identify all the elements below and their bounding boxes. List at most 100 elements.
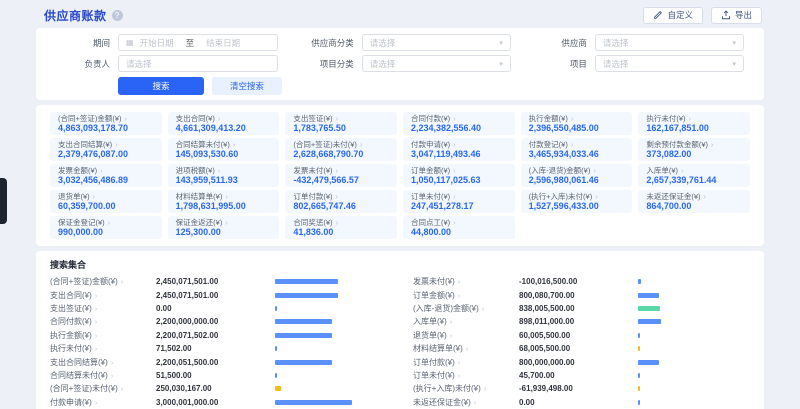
metric-card[interactable]: 退货单(¥) › 60,359,700.00 xyxy=(50,190,162,213)
detail-row: 支出合同(¥) › 2,450,071,501.00 xyxy=(50,288,387,301)
metric-card[interactable]: 付款申请(¥) › 3,047,119,493.46 xyxy=(403,138,515,161)
metric-card[interactable]: 支出合同结算(¥) › 2,379,476,087.00 xyxy=(50,138,162,161)
metric-card[interactable]: 执行未付(¥) › 162,167,851.00 xyxy=(638,112,750,135)
chevron-right-icon: › xyxy=(225,192,228,201)
owner-select[interactable]: 请选择 xyxy=(118,55,278,72)
detail-row-link[interactable]: 合同付款(¥) › xyxy=(50,316,156,327)
detail-row-link[interactable]: 支出合同(¥) › xyxy=(50,290,156,301)
metric-card[interactable]: 订单付款(¥) › 802,665,747.46 xyxy=(285,190,397,213)
detail-row-link[interactable]: (合同+签证)未付(¥) › xyxy=(50,383,156,394)
supplier-category-select[interactable]: 请选择 ▾ xyxy=(362,34,511,51)
detail-row-link[interactable]: 退货单(¥) › xyxy=(413,330,519,341)
detail-row-link[interactable]: 订单金额(¥) › xyxy=(413,290,519,301)
detail-row-link[interactable]: 支出签证(¥) › xyxy=(50,303,156,314)
export-label: 导出 xyxy=(735,9,752,21)
metric-value: -432,479,566.57 xyxy=(293,175,389,186)
row-value: 800,000,000.00 xyxy=(519,358,575,367)
export-icon xyxy=(721,10,731,20)
row-bar xyxy=(638,400,640,405)
detail-row-link[interactable]: 材料结算单(¥) › xyxy=(413,343,519,354)
metric-label: 支出合同结算(¥) xyxy=(58,140,112,149)
metric-card[interactable]: 订单未付(¥) › 247,451,278.17 xyxy=(403,190,515,213)
drawer-handle[interactable] xyxy=(0,178,7,224)
metric-card[interactable]: 支出签证(¥) › 1,783,765.50 xyxy=(285,112,397,135)
detail-row-link[interactable]: 合同结算未付(¥) › xyxy=(50,370,156,381)
row-bar xyxy=(638,306,660,311)
chevron-right-icon: › xyxy=(218,166,221,175)
metric-card[interactable]: 合同点工(¥) › 44,800.00 xyxy=(403,216,515,239)
filter-project-category: 项目分类 请选择 ▾ xyxy=(300,54,511,73)
metric-card[interactable]: (合同+签证)未付(¥) › 2,628,668,790.70 xyxy=(285,138,397,161)
chevron-right-icon: › xyxy=(218,114,221,123)
export-button[interactable]: 导出 xyxy=(711,7,762,24)
detail-row-link[interactable]: (合同+签证)金额(¥) › xyxy=(50,276,156,287)
metric-card[interactable]: 进项税额(¥) › 143,959,511.93 xyxy=(168,164,280,187)
metric-card[interactable]: 合同结算未付(¥) › 145,093,530.60 xyxy=(168,138,280,161)
metric-label: 订单未付(¥) xyxy=(411,192,450,201)
calendar-icon: ▦ xyxy=(126,38,134,47)
detail-row-link[interactable]: 未返还保证金(¥) › xyxy=(413,397,519,408)
detail-row-link[interactable]: 订单付款(¥) › xyxy=(413,357,519,368)
detail-row: 订单付款(¥) › 800,000,000.00 xyxy=(413,355,750,368)
start-date-placeholder: 开始日期 xyxy=(140,37,174,49)
supplier-select[interactable]: 请选择 ▾ xyxy=(595,34,744,51)
chevron-right-icon: › xyxy=(450,331,453,340)
detail-row-link[interactable]: 订单未付(¥) › xyxy=(413,370,519,381)
row-label: 订单未付(¥) xyxy=(413,370,455,381)
detail-row-link[interactable]: (入库-退货)金额(¥) › xyxy=(413,303,519,314)
row-bar xyxy=(638,346,640,351)
chevron-right-icon: › xyxy=(453,218,456,227)
metric-card[interactable]: 发票未付(¥) › -432,479,566.57 xyxy=(285,164,397,187)
detail-row-link[interactable]: 支出合同结算(¥) › xyxy=(50,357,156,368)
metric-card[interactable]: 材料结算单(¥) › 1,798,631,995.00 xyxy=(168,190,280,213)
detail-row-link[interactable]: 执行金额(¥) › xyxy=(50,330,156,341)
metric-card[interactable]: 合同付款(¥) › 2,234,382,556.40 xyxy=(403,112,515,135)
row-value: 0.00 xyxy=(156,304,172,313)
metric-label: 保证金登记(¥) xyxy=(58,218,105,227)
metric-card[interactable]: 支出合同(¥) › 4,661,309,413.20 xyxy=(168,112,280,135)
metric-label: 进项税额(¥) xyxy=(176,166,215,175)
detail-row-link[interactable]: 执行未付(¥) › xyxy=(50,343,156,354)
detail-row-link[interactable]: 发票未付(¥) › xyxy=(413,276,519,287)
period-daterange[interactable]: ▦ 开始日期 至 结束日期 xyxy=(118,34,278,51)
detail-row: 执行未付(¥) › 71,502.00 xyxy=(50,342,387,355)
row-label: 订单付款(¥) xyxy=(413,357,455,368)
metric-card[interactable]: 执行金额(¥) › 2,396,550,485.00 xyxy=(521,112,633,135)
row-bar xyxy=(275,400,352,405)
metric-card[interactable]: (入库-退货)金额(¥) › 2,596,980,061.46 xyxy=(521,164,633,187)
metric-card[interactable]: (合同+签证)金额(¥) › 4,863,093,178.70 xyxy=(50,112,162,135)
metric-card[interactable]: 订单金额(¥) › 1,050,117,025.63 xyxy=(403,164,515,187)
project-select[interactable]: 请选择 ▾ xyxy=(595,55,744,72)
metric-card[interactable]: 入库单(¥) › 2,657,339,761.44 xyxy=(638,164,750,187)
metric-card[interactable]: 合同奖惩(¥) › 41,836.00 xyxy=(285,216,397,239)
customize-button[interactable]: 自定义 xyxy=(643,7,703,24)
detail-row-link[interactable]: 付款申请(¥) › xyxy=(50,397,156,408)
bar-zone xyxy=(638,346,750,351)
metric-value: 3,032,456,486.89 xyxy=(58,175,154,186)
project-category-select[interactable]: 请选择 ▾ xyxy=(362,55,511,72)
metric-card[interactable]: 发票金额(¥) › 3,032,456,486.89 xyxy=(50,164,162,187)
search-button[interactable]: 搜索 xyxy=(118,77,204,95)
detail-row-link[interactable]: (执行+入库)未付(¥) › xyxy=(413,383,519,394)
chevron-right-icon: › xyxy=(95,291,98,300)
detail-row-link[interactable]: 入库单(¥) › xyxy=(413,316,519,327)
row-bar xyxy=(275,293,338,298)
chevron-right-icon: › xyxy=(704,192,707,201)
metric-label: 退货单(¥) xyxy=(58,192,90,201)
metric-value: 41,836.00 xyxy=(293,227,389,238)
metric-label: 执行金额(¥) xyxy=(529,114,568,123)
metric-card[interactable]: 剩余预付款金额(¥) › 373,082.00 xyxy=(638,138,750,161)
metric-card[interactable]: (执行+入库)未付(¥) › 1,527,596,433.00 xyxy=(521,190,633,213)
row-bar xyxy=(275,279,338,284)
row-value: 3,000,001,000.00 xyxy=(156,398,218,407)
bar-zone xyxy=(638,373,750,378)
metric-card[interactable]: 保证金登记(¥) › 990,000.00 xyxy=(50,216,162,239)
metric-label: 付款申请(¥) xyxy=(411,140,450,149)
metric-card[interactable]: 未返还保证金(¥) › 864,700.00 xyxy=(638,190,750,213)
help-icon[interactable]: ? xyxy=(112,10,123,21)
metric-card[interactable]: 付款登记(¥) › 3,465,934,033.46 xyxy=(521,138,633,161)
row-value: 68,005,500.00 xyxy=(519,344,570,353)
clear-search-button[interactable]: 清空搜索 xyxy=(212,77,282,95)
metric-card[interactable]: 保证金返还(¥) › 125,300.00 xyxy=(168,216,280,239)
chevron-right-icon: › xyxy=(233,140,236,149)
